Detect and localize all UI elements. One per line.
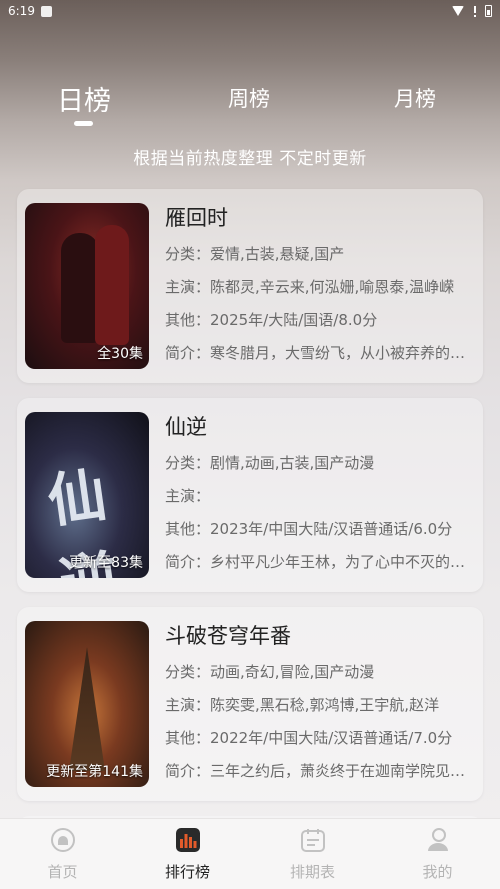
item-cast: 主演： <box>165 487 211 505</box>
list-item[interactable]: 仙逆 更新至83集 仙逆 分类：剧情,动画,古装,国产动漫 主演： 其他：202… <box>17 398 483 592</box>
episode-badge: 更新至第141集 <box>46 764 143 780</box>
battery-icon <box>485 5 492 17</box>
item-intro: 简介：乡村平凡少年王林，为了心中不灭的梦想 <box>165 553 475 571</box>
status-bar: 6:19 <box>0 0 500 22</box>
item-cast: 主演：陈奕雯,黑石稔,郭鸿博,王宇航,赵洋 <box>165 696 440 714</box>
item-cast: 主演：陈都灵,辛云来,何泓姗,喻恩泰,温峥嵘 <box>165 278 455 296</box>
tab-monthly[interactable]: 月榜 <box>394 83 436 113</box>
profile-icon <box>427 828 448 851</box>
item-category: 分类：动画,奇幻,冒险,国产动漫 <box>165 663 375 681</box>
nav-home[interactable]: 首页 <box>0 827 125 882</box>
active-tab-indicator <box>74 121 93 126</box>
item-title: 雁回时 <box>165 206 228 230</box>
item-intro: 简介：三年之约后，萧炎终于在迦南学院见到了 <box>165 762 475 780</box>
item-category: 分类：剧情,动画,古装,国产动漫 <box>165 454 375 472</box>
nav-schedule[interactable]: 排期表 <box>250 827 375 882</box>
notification-icon <box>40 5 52 17</box>
item-other: 其他：2022年/中国大陆/汉语普通话/7.0分 <box>165 729 453 747</box>
episode-badge: 全30集 <box>97 346 143 362</box>
ranking-tabs: 日榜 周榜 月榜 <box>0 75 500 135</box>
tab-daily[interactable]: 日榜 <box>57 79 111 118</box>
poster-image[interactable]: 仙逆 更新至83集 <box>25 412 149 578</box>
poster-image[interactable]: 更新至第141集 <box>25 621 149 787</box>
wifi-icon <box>452 6 465 16</box>
ranking-icon <box>175 828 200 852</box>
item-other: 其他：2025年/大陆/国语/8.0分 <box>165 311 378 329</box>
status-time: 6:19 <box>8 4 35 18</box>
bottom-nav: 首页 排行榜 排期表 我的 <box>0 818 500 889</box>
ranking-subtitle: 根据当前热度整理 不定时更新 <box>133 149 367 169</box>
episode-badge: 更新至83集 <box>69 555 143 571</box>
poster-image[interactable]: 全30集 <box>25 203 149 369</box>
item-title: 仙逆 <box>165 415 207 439</box>
list-item[interactable]: 全30集 雁回时 分类：爱情,古装,悬疑,国产 主演：陈都灵,辛云来,何泓姗,喻… <box>17 189 483 383</box>
item-title: 斗破苍穹年番 <box>165 624 291 648</box>
item-category: 分类：爱情,古装,悬疑,国产 <box>165 245 345 263</box>
tab-weekly[interactable]: 周榜 <box>228 83 270 113</box>
home-icon <box>50 828 75 852</box>
nav-profile[interactable]: 我的 <box>375 827 500 882</box>
list-item[interactable]: 更新至第141集 斗破苍穹年番 分类：动画,奇幻,冒险,国产动漫 主演：陈奕雯,… <box>17 607 483 801</box>
nav-ranking[interactable]: 排行榜 <box>125 827 250 882</box>
item-intro: 简介：寒冬腊月，大雪纷飞，从小被弃养的庄寒雁 <box>165 344 475 362</box>
alert-icon <box>471 5 479 17</box>
item-other: 其他：2023年/中国大陆/汉语普通话/6.0分 <box>165 520 453 538</box>
schedule-icon <box>300 829 325 852</box>
